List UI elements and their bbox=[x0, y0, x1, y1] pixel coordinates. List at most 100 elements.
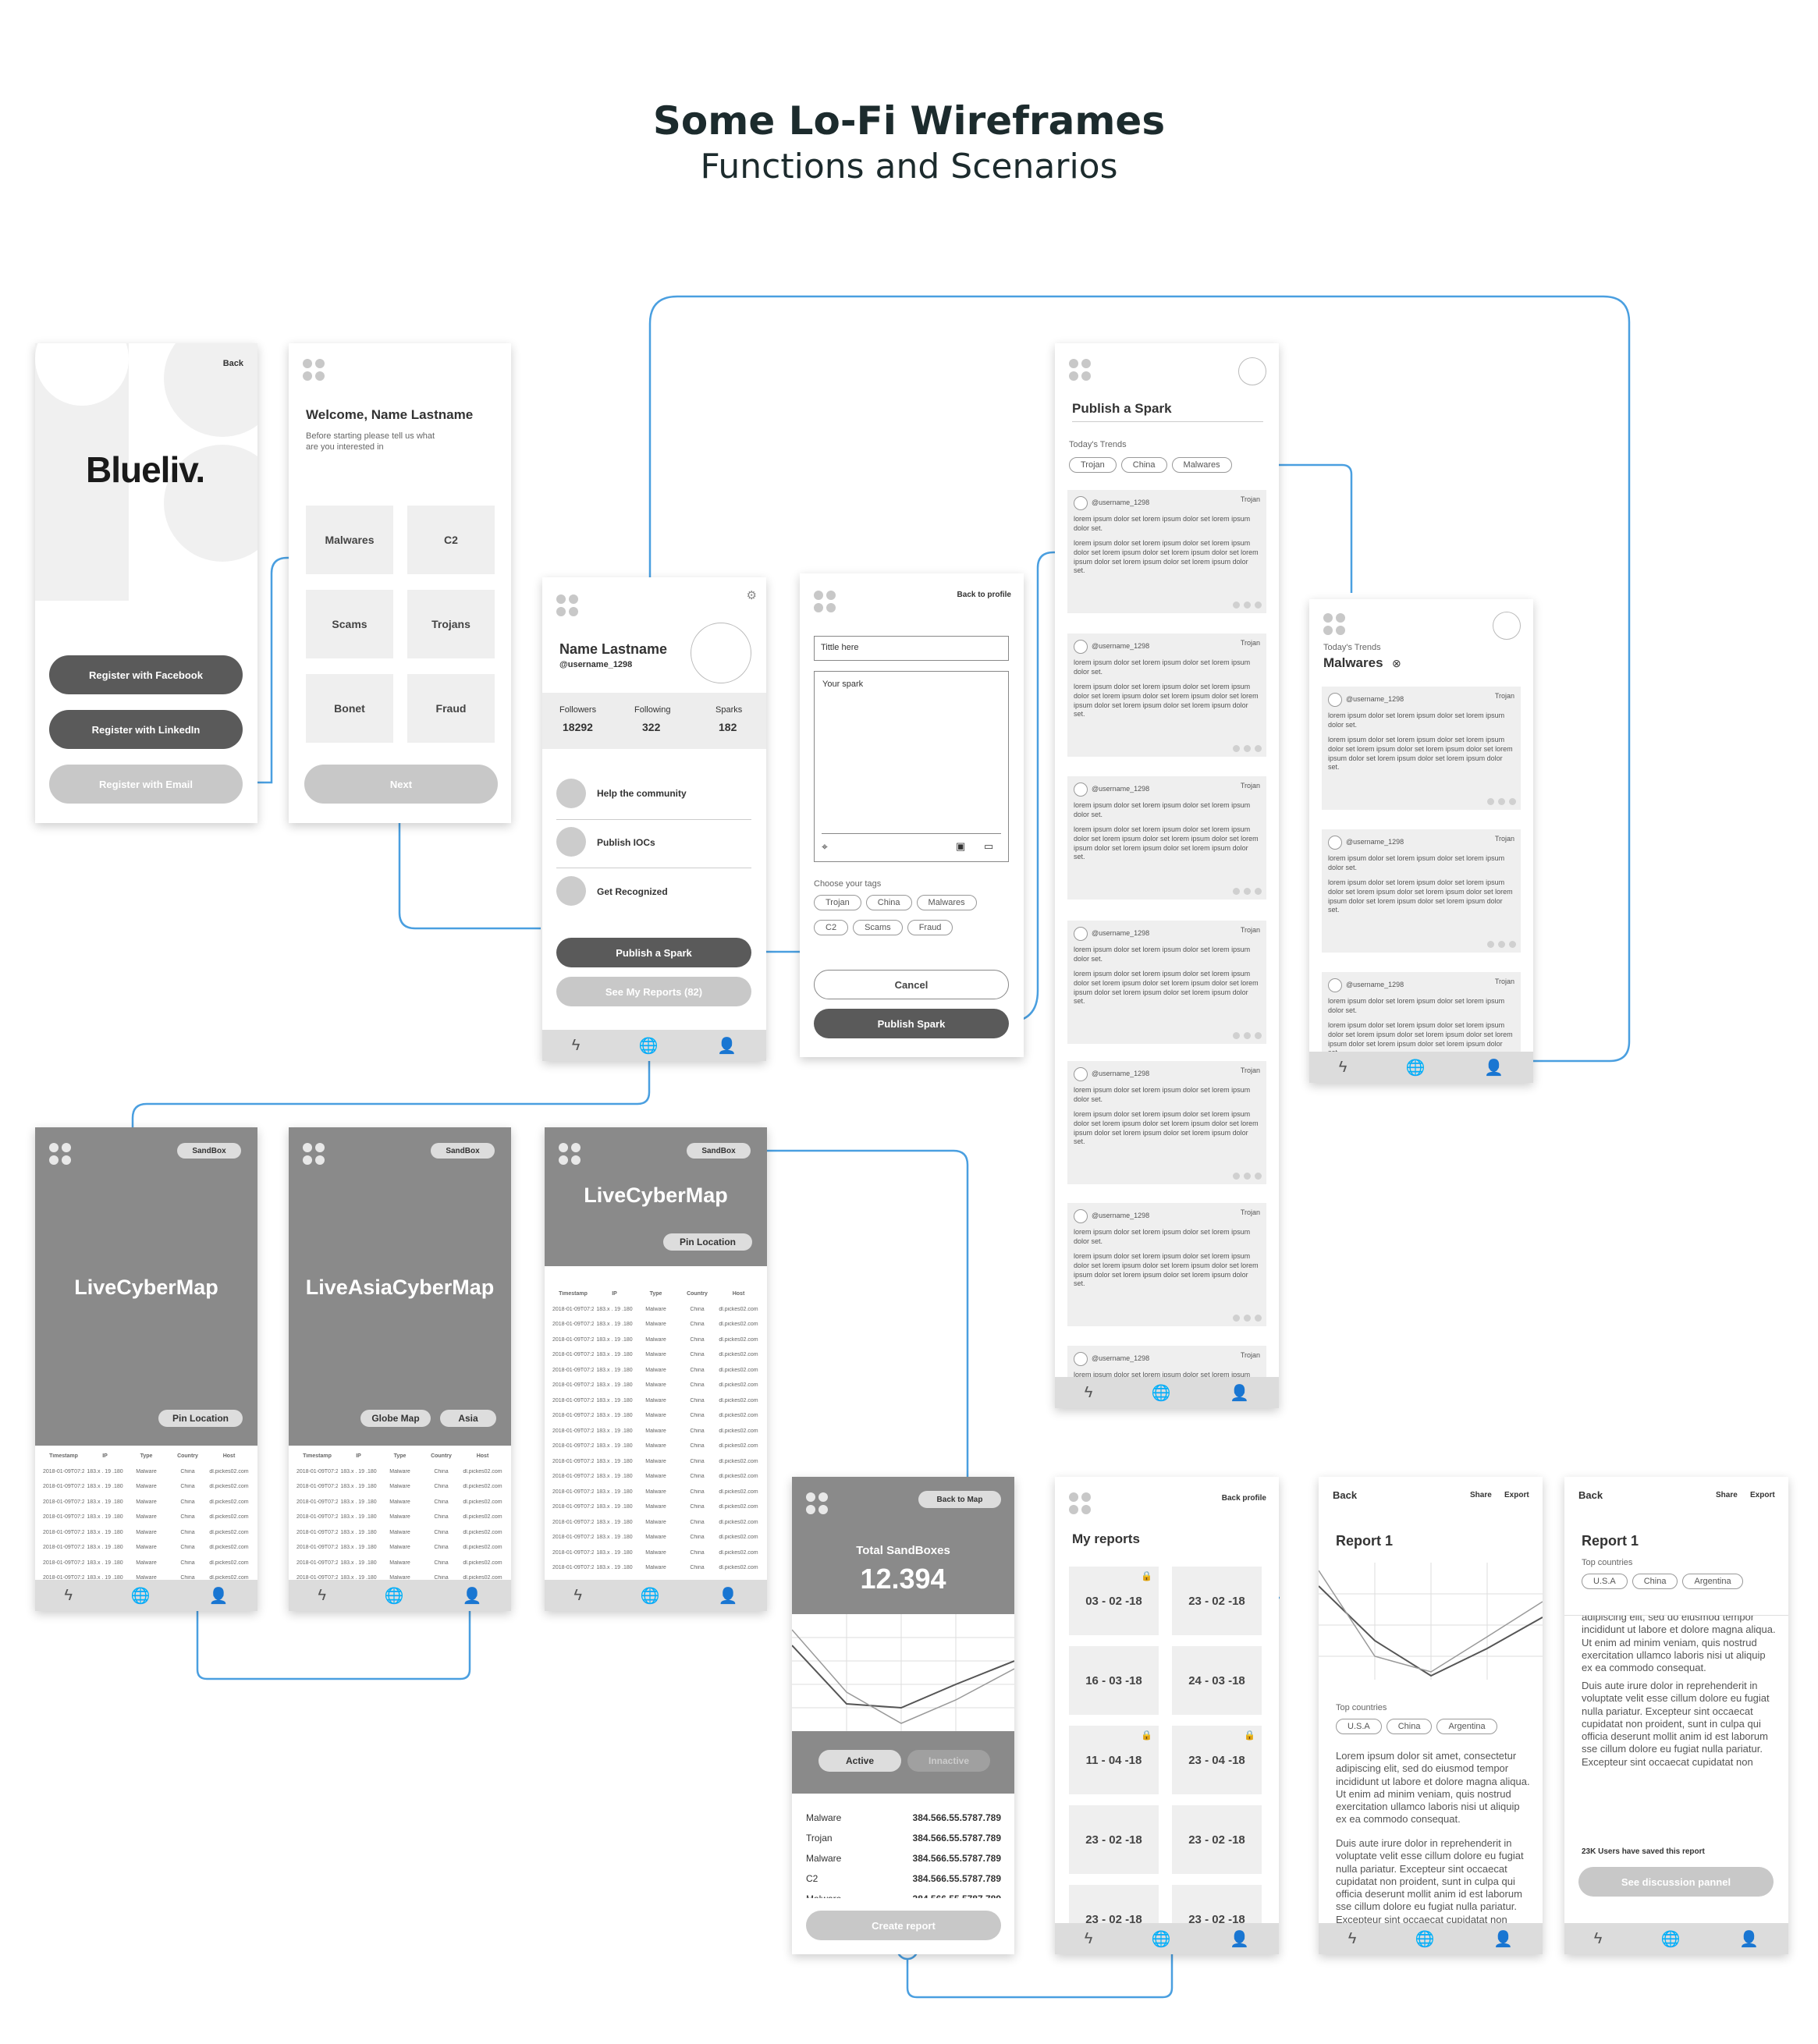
back-to-profile-link[interactable]: Back to profile bbox=[957, 591, 1011, 599]
globe-icon[interactable]: 🌐 bbox=[131, 1586, 151, 1606]
card-actions[interactable] bbox=[1233, 1032, 1262, 1039]
bolt-icon[interactable]: ϟ bbox=[1085, 1930, 1093, 1948]
country-chip[interactable]: Argentina bbox=[1682, 1574, 1743, 1589]
report-tile[interactable]: 23 - 02 -18 bbox=[1172, 1567, 1262, 1635]
asia-button[interactable]: Asia bbox=[440, 1410, 496, 1427]
create-report-button[interactable]: Create report bbox=[806, 1911, 1001, 1940]
inactive-toggle[interactable]: Innactive bbox=[907, 1750, 990, 1772]
bolt-icon[interactable]: ϟ bbox=[64, 1587, 73, 1605]
tag-chip[interactable]: Scams bbox=[853, 920, 903, 935]
back-to-map-button[interactable]: Back to Map bbox=[918, 1491, 1001, 1508]
share-link[interactable]: Share bbox=[1470, 1491, 1492, 1499]
interest-tile[interactable]: Scams bbox=[306, 590, 393, 658]
spark-card[interactable]: @username_1298 Trojan lorem ipsum dolor se… bbox=[1322, 687, 1521, 810]
card-actions[interactable] bbox=[1233, 601, 1262, 609]
back-link[interactable]: Back bbox=[1333, 1489, 1357, 1501]
close-icon[interactable]: ⊗ bbox=[1392, 657, 1401, 670]
user-icon[interactable]: 👤 bbox=[717, 1036, 737, 1056]
table-row[interactable]: 2018-01-09T07:22:31Z183.x . 19 .180 Malwa… bbox=[552, 1317, 759, 1333]
card-actions[interactable] bbox=[1233, 1315, 1262, 1322]
card-actions[interactable] bbox=[1487, 798, 1516, 805]
card-actions[interactable] bbox=[1233, 745, 1262, 752]
bolt-icon[interactable]: ϟ bbox=[318, 1587, 326, 1605]
share-link[interactable]: Share bbox=[1716, 1491, 1738, 1499]
table-row[interactable]: 2018-01-09T07:22:31Z183.x . 19 .180 Malwa… bbox=[552, 1515, 759, 1531]
table-row[interactable]: 2018-01-09T07:22:31Z183.x . 19 .180 Malwa… bbox=[552, 1545, 759, 1561]
report-tile[interactable]: 16 - 03 -18 bbox=[1069, 1646, 1159, 1715]
globe-icon[interactable]: 🌐 bbox=[1152, 1929, 1171, 1949]
globe-map-button[interactable]: Globe Map bbox=[360, 1410, 431, 1427]
globe-icon[interactable]: 🌐 bbox=[385, 1586, 404, 1606]
card-actions[interactable] bbox=[1487, 941, 1516, 948]
globe-icon[interactable]: 🌐 bbox=[1415, 1929, 1435, 1949]
interest-tile[interactable]: Bonet bbox=[306, 674, 393, 743]
export-link[interactable]: Export bbox=[1750, 1491, 1775, 1499]
user-icon[interactable]: 👤 bbox=[719, 1586, 738, 1606]
user-icon[interactable]: 👤 bbox=[1739, 1929, 1759, 1949]
see-reports-button[interactable]: See My Reports (82) bbox=[556, 977, 751, 1006]
bolt-icon[interactable]: ϟ bbox=[1085, 1384, 1093, 1402]
table-row[interactable]: 2018-01-09T07:22:31Z183.x . 19 .180 Malwa… bbox=[296, 1556, 503, 1571]
avatar[interactable] bbox=[1493, 612, 1521, 640]
table-row[interactable]: 2018-01-09T07:22:31Z183.x . 19 .180 Malwa… bbox=[552, 1485, 759, 1500]
table-row[interactable]: 2018-01-09T07:22:31Z183.x . 19 .180 Malwa… bbox=[552, 1454, 759, 1470]
interest-tile[interactable]: C2 bbox=[407, 506, 495, 574]
table-row[interactable]: 2018-01-09T07:22:31Z183.x . 19 .180 Malwa… bbox=[552, 1333, 759, 1348]
bolt-icon[interactable]: ϟ bbox=[573, 1587, 582, 1605]
table-row[interactable]: 2018-01-09T07:22:31Z183.x . 19 .180 Malwa… bbox=[43, 1525, 250, 1541]
register-linkedin-button[interactable]: Register with LinkedIn bbox=[49, 710, 243, 749]
interest-tile[interactable]: Malwares bbox=[306, 506, 393, 574]
globe-icon[interactable]: 🌐 bbox=[1406, 1058, 1426, 1077]
table-row[interactable]: 2018-01-09T07:22:31Z183.x . 19 .180 Malwa… bbox=[552, 1439, 759, 1454]
table-row[interactable]: 2018-01-09T07:22:31Z183.x . 19 .180 Malwa… bbox=[552, 1302, 759, 1318]
spark-card[interactable]: @username_1298 Trojan lorem ipsum dolor se… bbox=[1322, 829, 1521, 953]
report-tile[interactable]: 23 - 04 -18 🔒 bbox=[1172, 1726, 1262, 1794]
table-row[interactable]: 2018-01-09T07:22:31Z183.x . 19 .180 Malwa… bbox=[552, 1378, 759, 1393]
camera-icon[interactable]: ▣ bbox=[956, 840, 965, 853]
gear-icon[interactable]: ⚙ bbox=[747, 588, 757, 602]
table-row[interactable]: 2018-01-09T07:22:31Z183.x . 19 .180 Malwa… bbox=[296, 1495, 503, 1510]
sandbox-row[interactable]: C2 384.566.55.5787.789 bbox=[806, 1873, 1001, 1884]
table-row[interactable]: 2018-01-09T07:22:31Z183.x . 19 .180 Malwa… bbox=[552, 1347, 759, 1363]
table-row[interactable]: 2018-01-09T07:22:31Z183.x . 19 .180 Malwa… bbox=[296, 1540, 503, 1556]
title-input[interactable]: Tittle here bbox=[814, 636, 1009, 661]
card-actions[interactable] bbox=[1233, 888, 1262, 895]
avatar[interactable] bbox=[691, 623, 751, 683]
tag-chip[interactable]: Trojan bbox=[814, 895, 861, 910]
spark-card[interactable]: @username_1298 Trojan lorem ipsum dolor se… bbox=[1067, 1203, 1266, 1326]
table-row[interactable]: 2018-01-09T07:22:31Z183.x . 19 .180 Malwa… bbox=[552, 1408, 759, 1424]
location-icon[interactable]: ⌖ bbox=[822, 840, 828, 853]
trend-chip[interactable]: Trojan bbox=[1069, 457, 1117, 473]
user-icon[interactable]: 👤 bbox=[1230, 1929, 1249, 1949]
country-chip[interactable]: Argentina bbox=[1436, 1719, 1497, 1734]
tag-chip[interactable]: Fraud bbox=[907, 920, 953, 935]
table-row[interactable]: 2018-01-09T07:22:31Z183.x . 19 .180 Malwa… bbox=[552, 1530, 759, 1545]
back-link[interactable]: Back bbox=[223, 359, 243, 368]
publish-spark-button[interactable]: Publish Spark bbox=[814, 1009, 1009, 1038]
table-row[interactable]: 2018-01-09T07:22:31Z183.x . 19 .180 Malwa… bbox=[43, 1510, 250, 1525]
publish-spark-button[interactable]: Publish a Spark bbox=[556, 938, 751, 967]
back-link[interactable]: Back bbox=[1578, 1489, 1603, 1501]
country-chip[interactable]: China bbox=[1386, 1719, 1433, 1734]
sandbox-button[interactable]: SandBox bbox=[177, 1143, 241, 1159]
spark-card[interactable]: @username_1298 Trojan lorem ipsum dolor se… bbox=[1067, 633, 1266, 757]
table-row[interactable]: 2018-01-09T07:22:31Z183.x . 19 .180 Malwa… bbox=[552, 1499, 759, 1515]
table-row[interactable]: 2018-01-09T07:22:31Z183.x . 19 .180 Malwa… bbox=[552, 1560, 759, 1576]
table-row[interactable]: 2018-01-09T07:22:31Z183.x . 19 .180 Malwa… bbox=[552, 1424, 759, 1439]
bolt-icon[interactable]: ϟ bbox=[1339, 1059, 1348, 1077]
card-actions[interactable] bbox=[1233, 1173, 1262, 1180]
report-tile[interactable]: 23 - 02 -18 bbox=[1069, 1805, 1159, 1874]
table-row[interactable]: 2018-01-09T07:22:31Z183.x . 19 .180 Malwa… bbox=[43, 1479, 250, 1495]
video-icon[interactable]: ▭ bbox=[984, 840, 993, 853]
bolt-icon[interactable]: ϟ bbox=[1594, 1930, 1603, 1948]
user-icon[interactable]: 👤 bbox=[463, 1586, 482, 1606]
country-chip[interactable]: U.S.A bbox=[1582, 1574, 1628, 1589]
discussion-button[interactable]: See discussion pannel bbox=[1578, 1867, 1774, 1897]
table-row[interactable]: 2018-01-09T07:22:31Z183.x . 19 .180 Malwa… bbox=[43, 1495, 250, 1510]
bolt-icon[interactable]: ϟ bbox=[1348, 1930, 1357, 1948]
table-row[interactable]: 2018-01-09T07:22:31Z183.x . 19 .180 Malwa… bbox=[296, 1464, 503, 1480]
spark-card[interactable]: @username_1298 Trojan lorem ipsum dolor se… bbox=[1067, 921, 1266, 1044]
user-icon[interactable]: 👤 bbox=[1230, 1383, 1249, 1403]
table-row[interactable]: 2018-01-09T07:22:31Z183.x . 19 .180 Malwa… bbox=[43, 1556, 250, 1571]
spark-card[interactable]: @username_1298 Trojan lorem ipsum dolor se… bbox=[1067, 490, 1266, 613]
